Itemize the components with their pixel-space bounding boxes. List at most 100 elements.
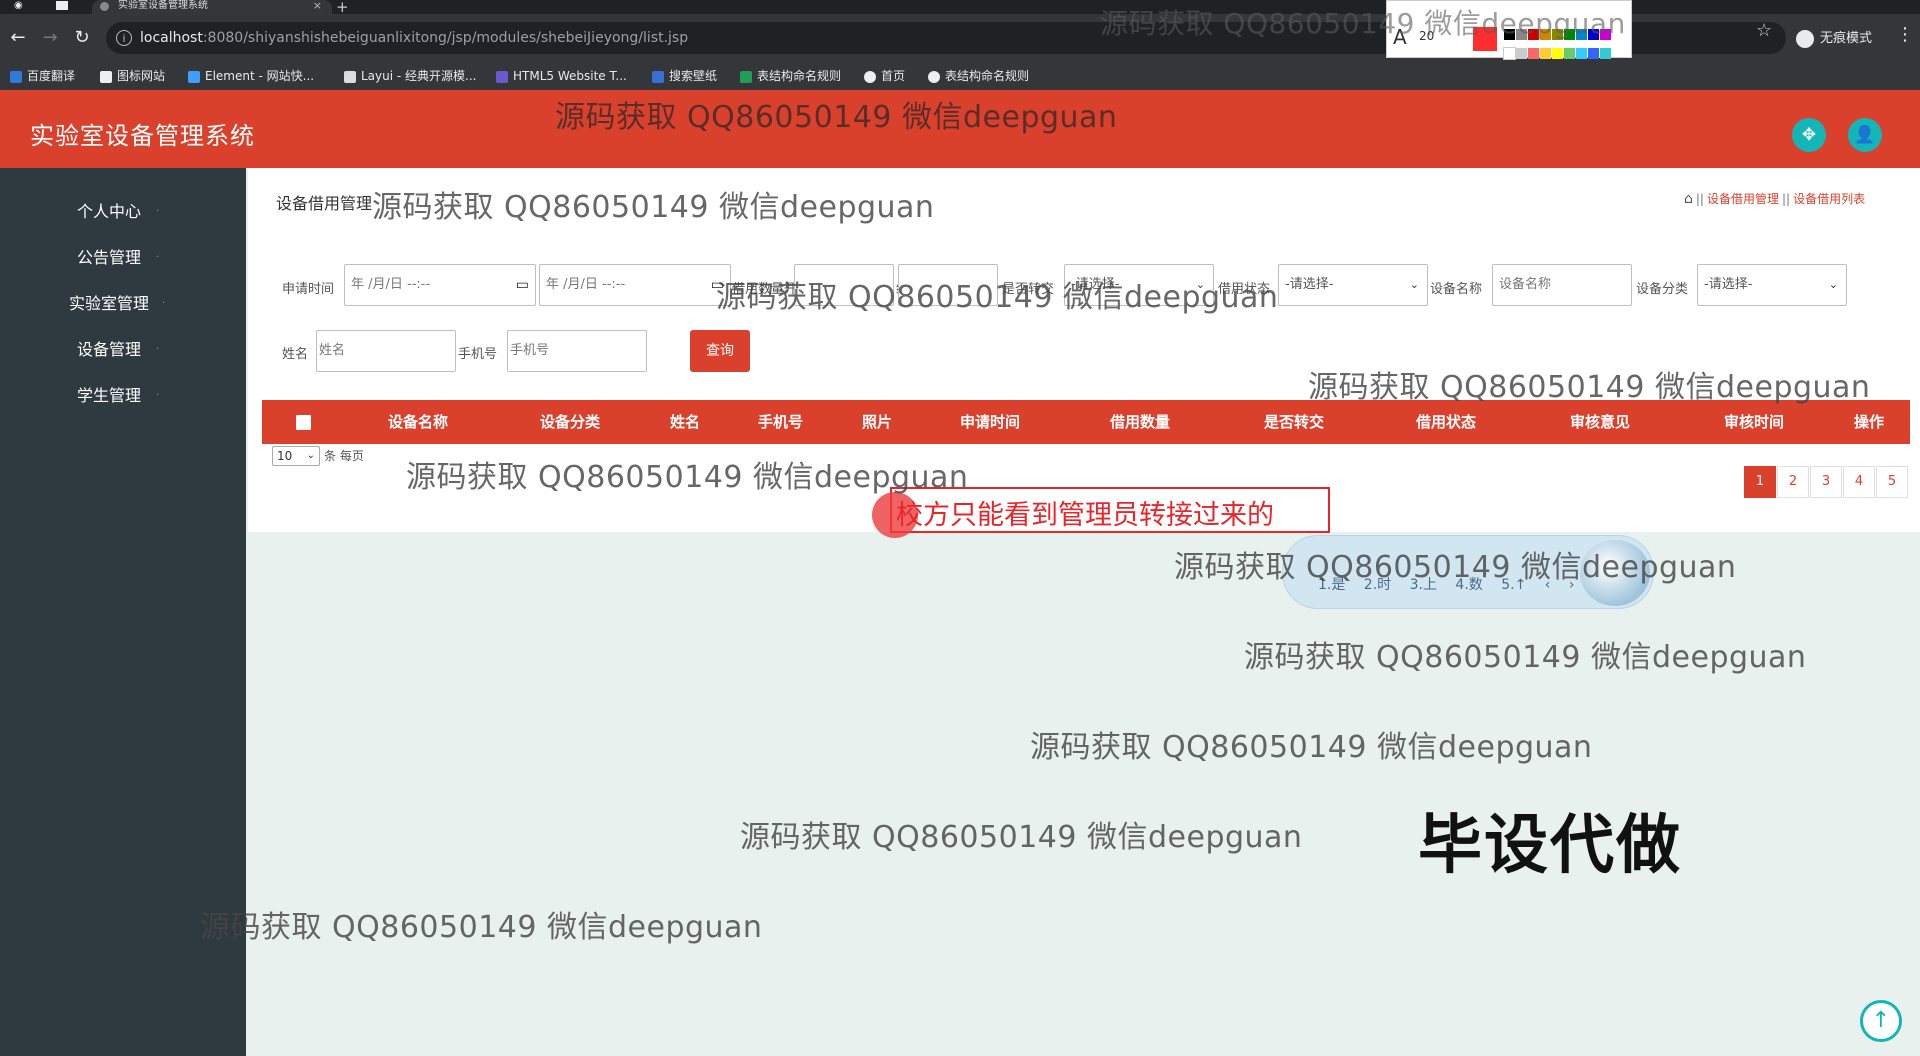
column-header[interactable]: 审核时间 — [1724, 400, 1784, 444]
borrow-status-select[interactable]: -请选择- ⌄ — [1278, 264, 1428, 306]
globe-icon — [864, 70, 876, 83]
forward-arrow-icon[interactable]: → — [38, 26, 62, 50]
chevron-icon: · — [156, 206, 160, 217]
sidebar-item-notices[interactable]: 公告管理 · — [0, 238, 246, 278]
translate-icon — [10, 70, 22, 83]
sidebar-item-students[interactable]: 学生管理 · — [0, 376, 246, 416]
breadcrumb: ⌂ || 设备借用管理 || 设备借用列表 — [1684, 191, 1866, 207]
table-header: 设备名称 设备分类 姓名 手机号 照片 申请时间 借用数量 是否转交 借用状态 … — [262, 400, 1910, 444]
select-all-checkbox[interactable] — [296, 415, 311, 430]
bookmark-star-icon[interactable]: ☆ — [1756, 20, 1772, 41]
name-input[interactable]: 姓名 — [316, 330, 456, 372]
chevron-down-icon: ⌄ — [1828, 278, 1838, 291]
apply-time-label: 申请时间 — [282, 282, 335, 297]
fullscreen-icon[interactable]: ✥ — [1792, 118, 1826, 152]
bookmark-item[interactable]: 搜索壁纸 — [652, 62, 717, 90]
bookmark-item[interactable]: Element - 网站快... — [188, 62, 314, 90]
breadcrumb-item[interactable]: 设备借用列表 — [1793, 192, 1865, 206]
watermark: 源码获取 QQ86050149 微信deepguan — [200, 910, 763, 945]
watermark: 源码获取 QQ86050149 微信deepguan — [1030, 730, 1593, 765]
calendar-icon[interactable]: ▭ — [516, 265, 529, 305]
page-button[interactable]: 3 — [1810, 466, 1842, 498]
watermark: 源码获取 QQ86050149 微信deepguan — [1174, 550, 1737, 585]
back-to-top-icon[interactable]: ↑ — [1860, 1000, 1902, 1042]
browser-menu-dots-icon[interactable]: ⋮ — [1896, 24, 1914, 45]
user-icon[interactable]: 👤 — [1848, 118, 1882, 152]
device-category-select[interactable]: -请选择- ⌄ — [1697, 264, 1847, 306]
site-info-icon[interactable]: i — [116, 30, 132, 46]
html5-icon — [496, 70, 508, 83]
page-button[interactable]: 4 — [1843, 466, 1875, 498]
page-title: 设备借用管理 — [276, 194, 373, 213]
name-label: 姓名 — [282, 347, 309, 362]
tab-overview-icon[interactable] — [56, 1, 68, 10]
flag-icon — [100, 70, 112, 83]
bookmark-item[interactable]: Layui - 经典开源模... — [344, 62, 476, 90]
tab-favicon-icon — [100, 2, 109, 11]
page-button[interactable]: 5 — [1876, 466, 1908, 498]
watermark: 源码获取 QQ86050149 微信deepguan — [1308, 370, 1871, 405]
device-name-label: 设备名称 — [1430, 282, 1483, 297]
column-header[interactable]: 借用数量 — [1110, 400, 1170, 444]
bookmark-item[interactable]: 首页 — [864, 62, 905, 90]
column-header[interactable]: 姓名 — [670, 400, 700, 444]
bookmark-item[interactable]: 百度翻译 — [10, 62, 75, 90]
watermark: 源码获取 QQ86050149 微信deepguan — [1100, 7, 1626, 40]
tab-title: 实验室设备管理系统 — [118, 0, 208, 11]
column-header[interactable]: 照片 — [862, 400, 892, 444]
wallpaper-icon — [652, 70, 664, 83]
column-header[interactable]: 是否转交 — [1264, 400, 1324, 444]
column-header[interactable]: 设备分类 — [540, 400, 600, 444]
watermark: 源码获取 QQ86050149 微信deepguan — [406, 460, 969, 495]
column-header[interactable]: 审核意见 — [1570, 400, 1630, 444]
browser-tab[interactable]: 实验室设备管理系统 × — [92, 0, 332, 14]
bookmark-item[interactable]: HTML5 Website T... — [496, 62, 627, 90]
apply-time-start-input[interactable]: 年 /月/日 --:-- ▭ — [344, 264, 536, 306]
page-size-label: 条 每页 — [324, 449, 364, 463]
browser-tabbar: ◉ 实验室设备管理系统 × + — [0, 0, 1920, 16]
apply-time-end-input[interactable]: 年 /月/日 --:-- ▭ — [539, 264, 731, 306]
watermark: 源码获取 QQ86050149 微信deepguan — [716, 280, 1279, 315]
browser-toolbar: ← → ↻ i localhost:8080/shiyanshishebeigu… — [0, 14, 1920, 62]
chevron-icon: · — [156, 252, 160, 263]
column-header[interactable]: 操作 — [1854, 400, 1884, 444]
chevron-down-icon: ⌄ — [306, 450, 315, 461]
chevron-icon: · — [156, 344, 160, 355]
reload-icon[interactable]: ↻ — [70, 26, 94, 50]
incognito-icon — [1796, 29, 1814, 48]
chevron-icon: · — [162, 298, 166, 309]
phone-input[interactable]: 手机号 — [507, 330, 647, 372]
element-icon — [188, 70, 200, 83]
column-header[interactable]: 借用状态 — [1416, 400, 1476, 444]
tab-close-icon[interactable]: × — [313, 0, 322, 12]
device-category-label: 设备分类 — [1636, 282, 1689, 297]
back-arrow-icon[interactable]: ← — [6, 26, 30, 50]
sidebar-item-labs[interactable]: 实验室管理 · — [0, 284, 246, 324]
device-name-input[interactable]: 设备名称 — [1492, 264, 1632, 306]
watermark: 源码获取 QQ86050149 微信deepguan — [1244, 640, 1807, 675]
phone-label: 手机号 — [458, 347, 498, 362]
globe-icon — [928, 70, 940, 83]
bookmarks-bar: 百度翻译 图标网站 Element - 网站快... Layui - 经典开源模… — [0, 62, 1920, 91]
sidebar-item-devices[interactable]: 设备管理 · — [0, 330, 246, 370]
breadcrumb-item[interactable]: 设备借用管理 — [1707, 192, 1779, 206]
browser-menu-icon[interactable]: ◉ — [14, 0, 26, 11]
bookmark-item[interactable]: 表结构命名规则 — [928, 62, 1029, 90]
sidebar-item-profile[interactable]: 个人中心 · — [0, 192, 246, 232]
annotation-text: 校方只能看到管理员转接过来的 — [896, 500, 1274, 531]
watermark: 源码获取 QQ86050149 微信deepguan — [555, 100, 1118, 135]
column-header[interactable]: 设备名称 — [388, 400, 448, 444]
page-button[interactable]: 2 — [1777, 466, 1809, 498]
home-icon[interactable]: ⌂ — [1684, 191, 1693, 207]
column-header[interactable]: 申请时间 — [960, 400, 1020, 444]
bookmark-item[interactable]: 图标网站 — [100, 62, 165, 90]
watermark: 源码获取 QQ86050149 微信deepguan — [372, 190, 935, 225]
query-button[interactable]: 查询 — [690, 330, 750, 372]
column-header[interactable]: 手机号 — [758, 400, 803, 444]
page-size-select[interactable]: 10 ⌄ — [272, 446, 320, 466]
bookmark-item[interactable]: 表结构命名规则 — [740, 62, 841, 90]
address-url[interactable]: localhost:8080/shiyanshishebeiguanlixito… — [140, 22, 688, 54]
promo-text: 毕设代做 — [1418, 809, 1682, 883]
layui-icon — [344, 70, 356, 83]
page-button[interactable]: 1 — [1744, 466, 1776, 498]
